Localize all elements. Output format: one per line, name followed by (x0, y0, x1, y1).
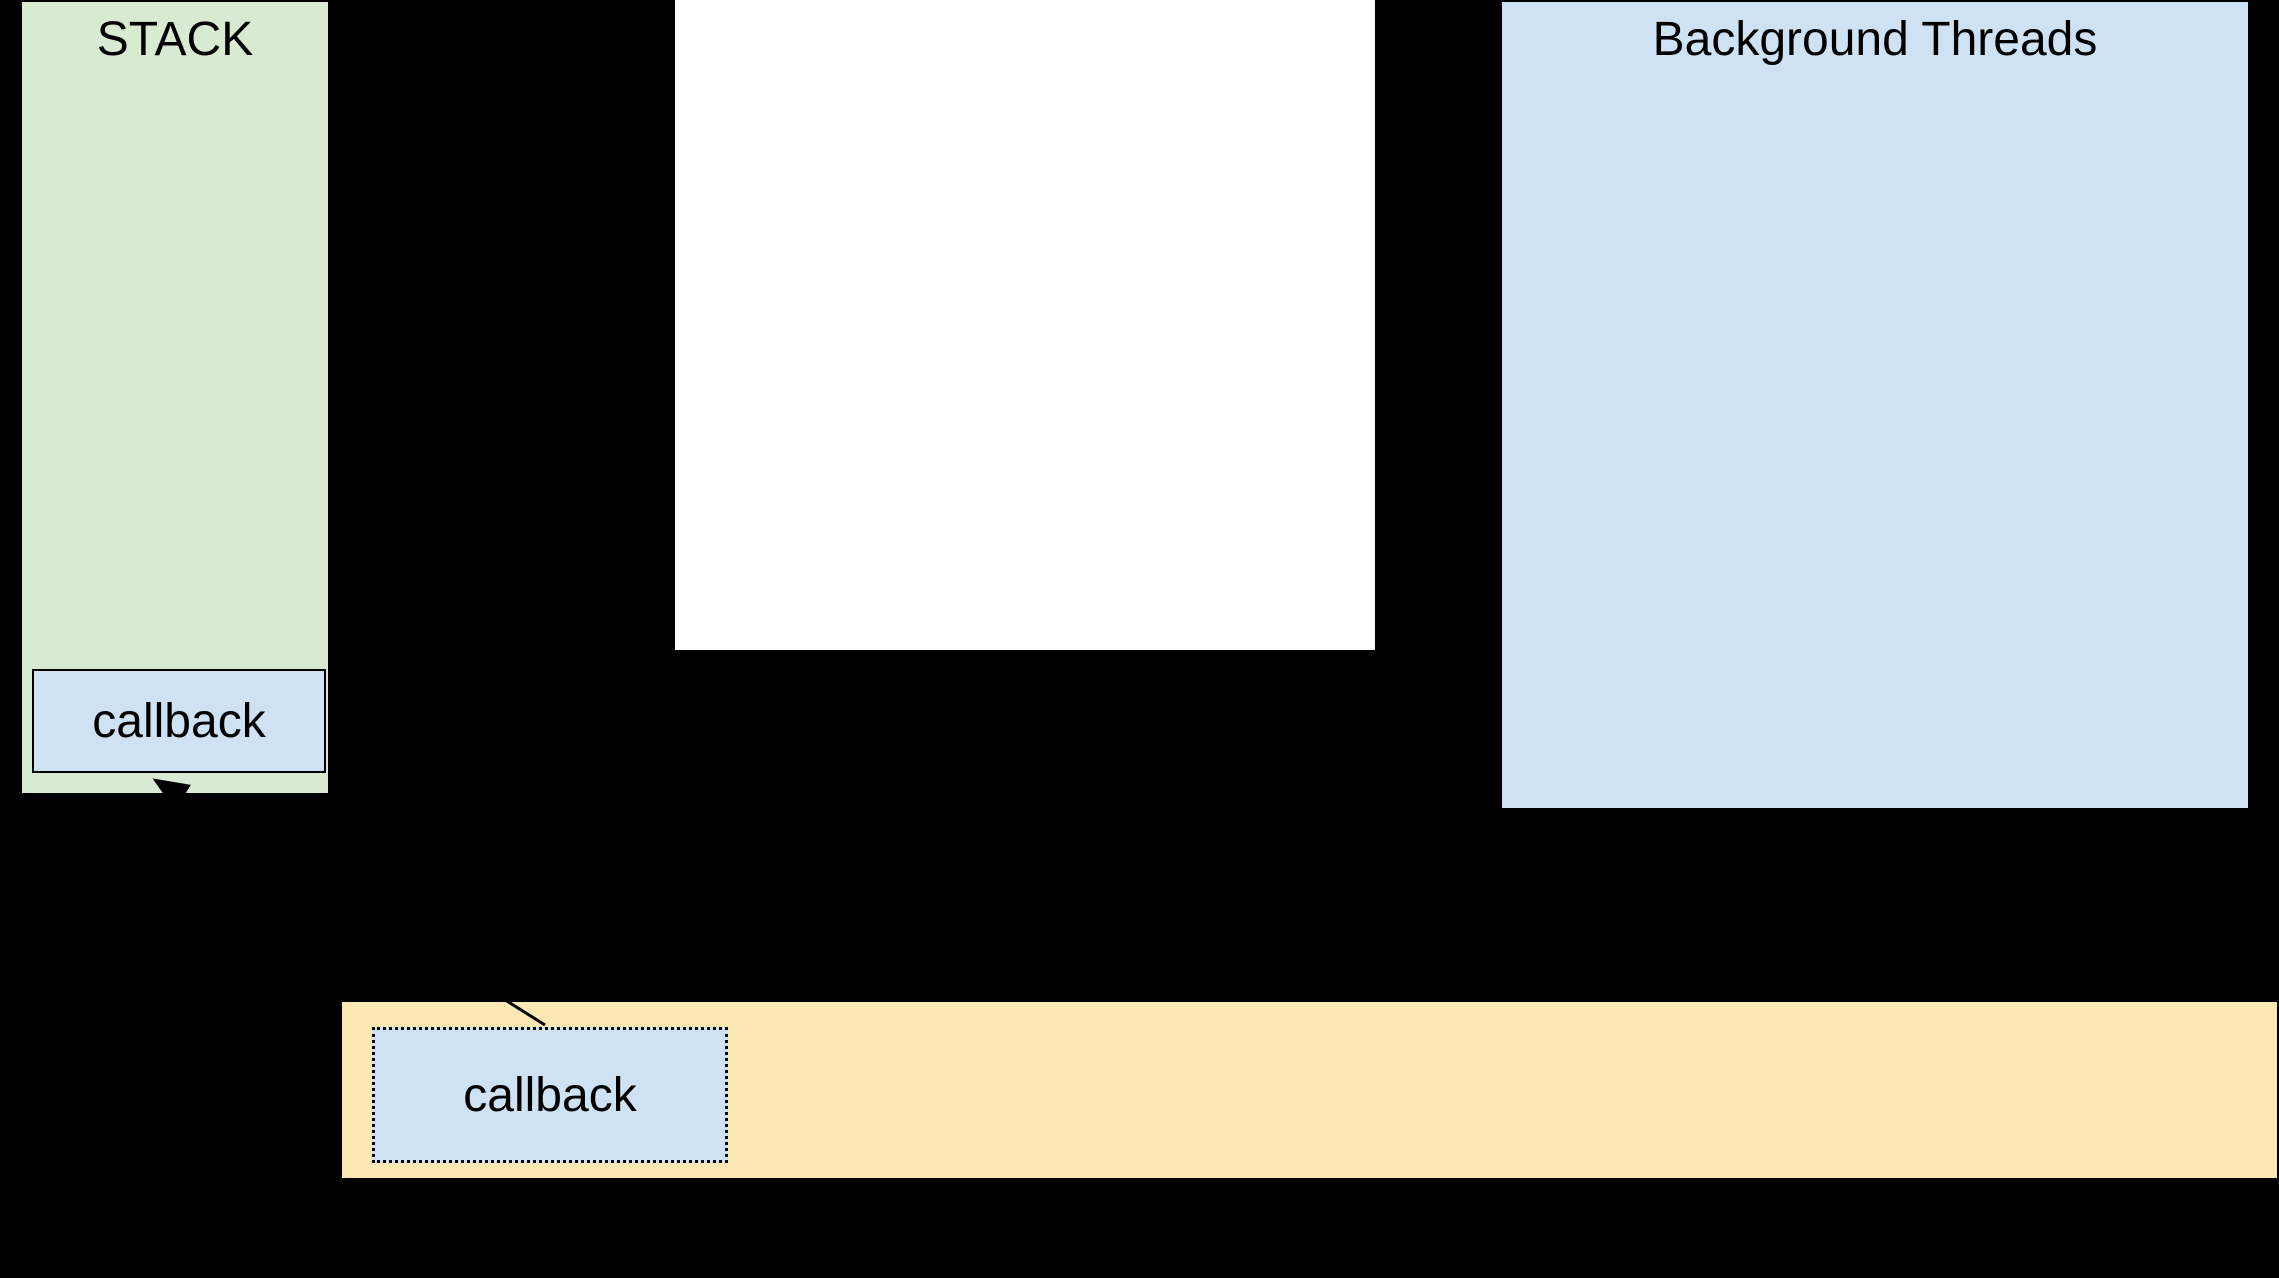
background-threads-panel: Background Threads (1500, 0, 2250, 810)
queue-callback-item: callback (372, 1027, 728, 1163)
background-threads-title: Background Threads (1502, 12, 2248, 67)
stack-callback-label: callback (92, 694, 265, 749)
queue-callback-label: callback (463, 1068, 636, 1123)
stack-callback-frame: callback (32, 669, 326, 773)
stack-panel: STACK callback (20, 0, 330, 795)
center-panel (675, 0, 1375, 650)
stack-title: STACK (22, 12, 328, 67)
queue-panel: callback (340, 1000, 2279, 1180)
